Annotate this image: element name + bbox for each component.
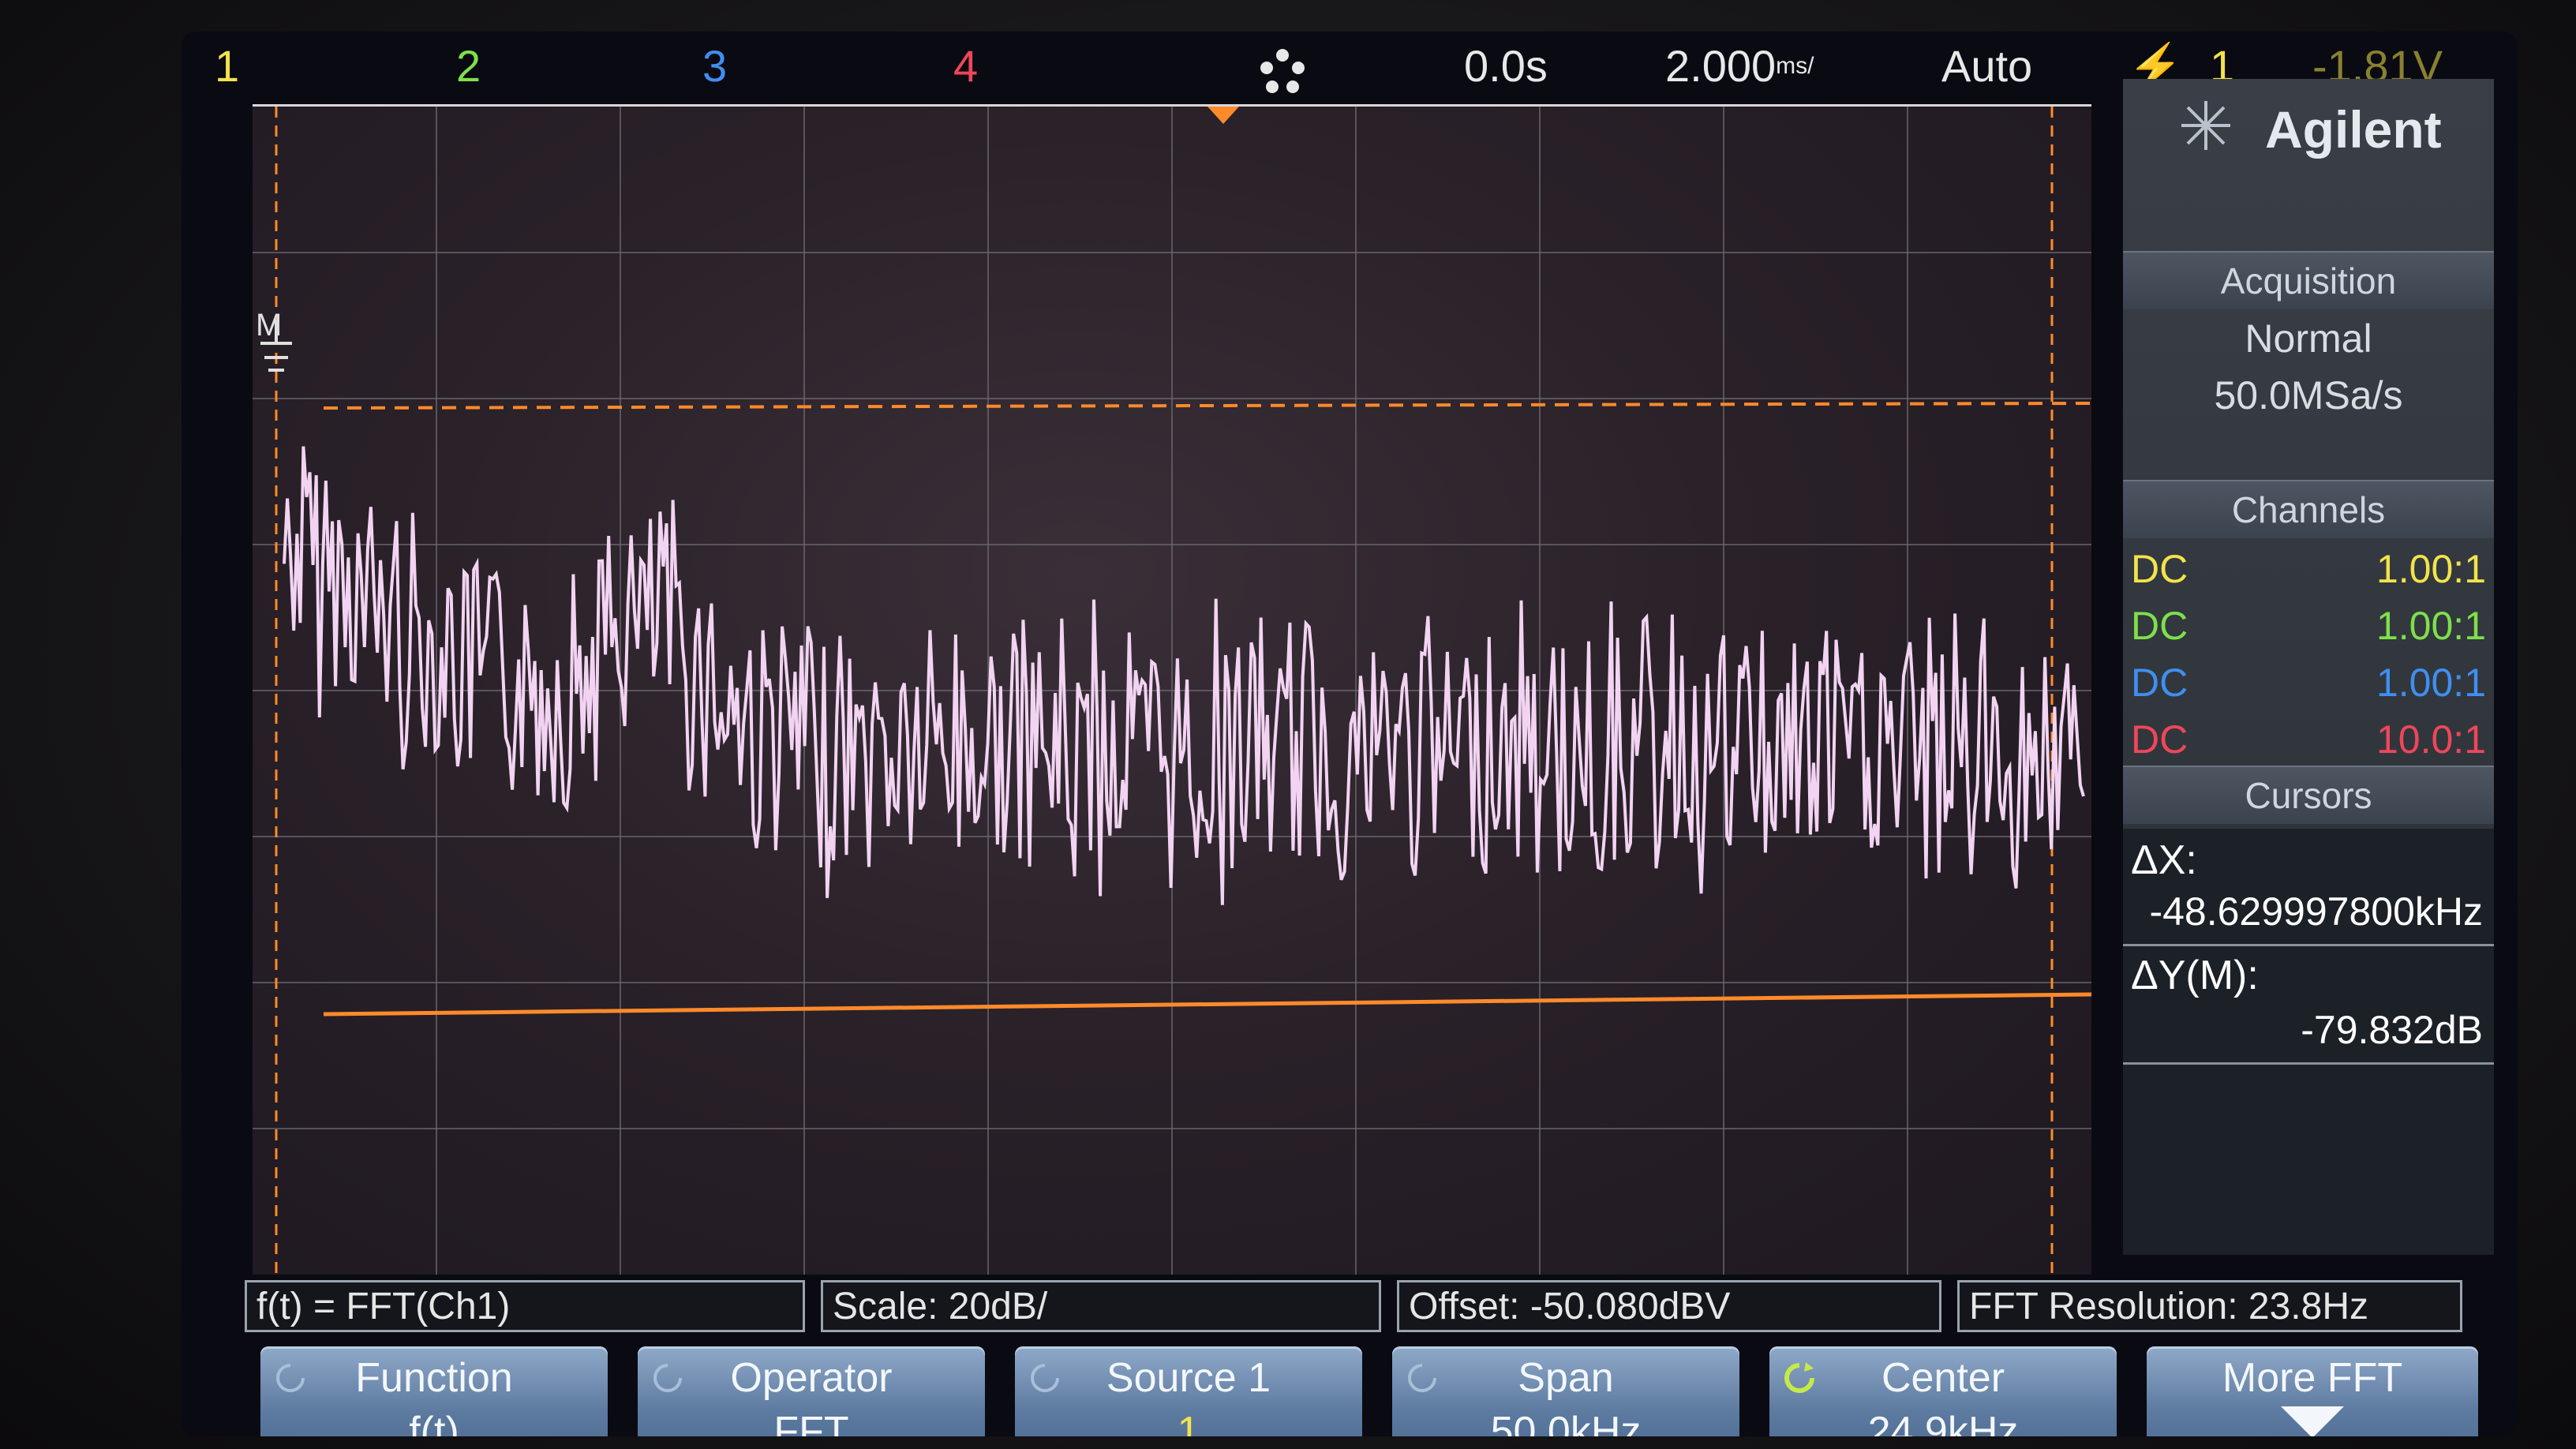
fft-plot: M bbox=[253, 107, 2091, 1275]
time-offset: 0.0s bbox=[1464, 41, 1548, 91]
trigger-position-marker bbox=[1208, 107, 1239, 124]
span-softkey[interactable]: Span 50.0kHz bbox=[1392, 1346, 1739, 1436]
operator-softkey-value: FFT bbox=[773, 1409, 849, 1436]
cursor-divider bbox=[2123, 944, 2494, 946]
delta-x-value: -48.629997800kHz bbox=[2149, 889, 2483, 934]
channel-1-probe: 1.00:1 bbox=[2376, 547, 2486, 591]
center-softkey[interactable]: Center 24.9kHz bbox=[1769, 1346, 2117, 1436]
trigger-mode: Auto bbox=[1941, 41, 2033, 91]
channel-4-row[interactable]: DC 10.0:1 bbox=[2131, 713, 2486, 766]
center-softkey-value: 24.9kHz bbox=[1867, 1409, 2019, 1436]
source1-softkey-title: Source 1 bbox=[1106, 1355, 1271, 1401]
sample-rate: 50.0MSa/s bbox=[2214, 373, 2403, 417]
brand-logo: Agilent bbox=[2265, 100, 2442, 159]
channel-3-probe: 1.00:1 bbox=[2376, 661, 2486, 705]
cursor-divider bbox=[2123, 1062, 2494, 1065]
arrow-down-icon bbox=[2281, 1406, 2344, 1436]
channel-4-indicator[interactable]: 4 bbox=[953, 43, 978, 90]
offset-info: Offset: -50.080dBV bbox=[1397, 1280, 1941, 1332]
scale-info: Scale: 20dB/ bbox=[821, 1280, 1381, 1332]
channel-3-row[interactable]: DC 1.00:1 bbox=[2131, 657, 2486, 709]
acquisition-header[interactable]: Acquisition bbox=[2123, 251, 2494, 309]
span-softkey-title: Span bbox=[1518, 1355, 1614, 1401]
side-panel: Agilent Acquisition Normal 50.0MSa/s Cha… bbox=[2123, 79, 2494, 1255]
more-fft-softkey[interactable]: More FFT bbox=[2147, 1346, 2478, 1436]
channel-1-indicator[interactable]: 1 bbox=[215, 43, 239, 90]
channel-2-indicator[interactable]: 2 bbox=[456, 43, 481, 90]
center-softkey-title: Center bbox=[1881, 1355, 2005, 1401]
oscilloscope-screen: 1 2 3 4 0.0s 2.000ms/ Auto ⚡ 1 -1.81V M … bbox=[182, 32, 2518, 1436]
function-softkey-title: Function bbox=[355, 1355, 513, 1401]
channel-4-probe: 10.0:1 bbox=[2376, 717, 2486, 762]
more-fft-softkey-title: More FFT bbox=[2222, 1355, 2403, 1401]
channel-2-probe: 1.00:1 bbox=[2376, 604, 2486, 648]
cursors-readout: ΔX: -48.629997800kHz ΔY(M): -79.832dB bbox=[2123, 829, 2494, 1255]
channel-2-row[interactable]: DC 1.00:1 bbox=[2131, 600, 2486, 652]
delta-x-label: ΔX: bbox=[2131, 837, 2197, 883]
operator-softkey-title: Operator bbox=[730, 1355, 893, 1401]
math-marker-label: M bbox=[256, 308, 282, 343]
graticule bbox=[253, 107, 2091, 1275]
channel-1-row[interactable]: DC 1.00:1 bbox=[2131, 543, 2486, 595]
acquisition-mode: Normal bbox=[2245, 316, 2372, 361]
cursor-y1-line[interactable] bbox=[323, 402, 2091, 410]
source1-softkey[interactable]: Source 1 1 bbox=[1015, 1346, 1362, 1436]
cursor-y2-line[interactable] bbox=[323, 992, 2091, 1017]
operator-softkey[interactable]: Operator FFT bbox=[638, 1346, 985, 1436]
span-softkey-value: 50.0kHz bbox=[1490, 1409, 1642, 1436]
function-softkey[interactable]: Function f(t) bbox=[260, 1346, 608, 1436]
run-control-icon bbox=[1255, 46, 1310, 110]
timebase-value: 2.000 bbox=[1665, 41, 1777, 91]
fft-resolution-info: FFT Resolution: 23.8Hz bbox=[1957, 1280, 2462, 1332]
waveform-display[interactable]: M bbox=[253, 104, 2091, 1275]
function-softkey-value: f(t) bbox=[409, 1409, 459, 1436]
timebase-unit: ms/ bbox=[1776, 53, 1814, 79]
channel-4-coupling: DC bbox=[2131, 717, 2188, 762]
delta-y-label: ΔY(M): bbox=[2131, 953, 2259, 998]
function-info: f(t) = FFT(Ch1) bbox=[245, 1280, 805, 1332]
channel-3-indicator[interactable]: 3 bbox=[702, 43, 727, 90]
cursors-header[interactable]: Cursors bbox=[2123, 766, 2494, 824]
channel-2-coupling: DC bbox=[2131, 604, 2188, 648]
delta-y-value: -79.832dB bbox=[2301, 1008, 2483, 1052]
source1-softkey-value: 1 bbox=[1177, 1409, 1200, 1436]
channels-header[interactable]: Channels bbox=[2123, 480, 2494, 538]
agilent-logo-icon bbox=[2178, 98, 2233, 153]
channel-1-coupling: DC bbox=[2131, 547, 2188, 591]
timebase: 2.000ms/ bbox=[1665, 43, 1814, 90]
channel-3-coupling: DC bbox=[2131, 661, 2188, 705]
